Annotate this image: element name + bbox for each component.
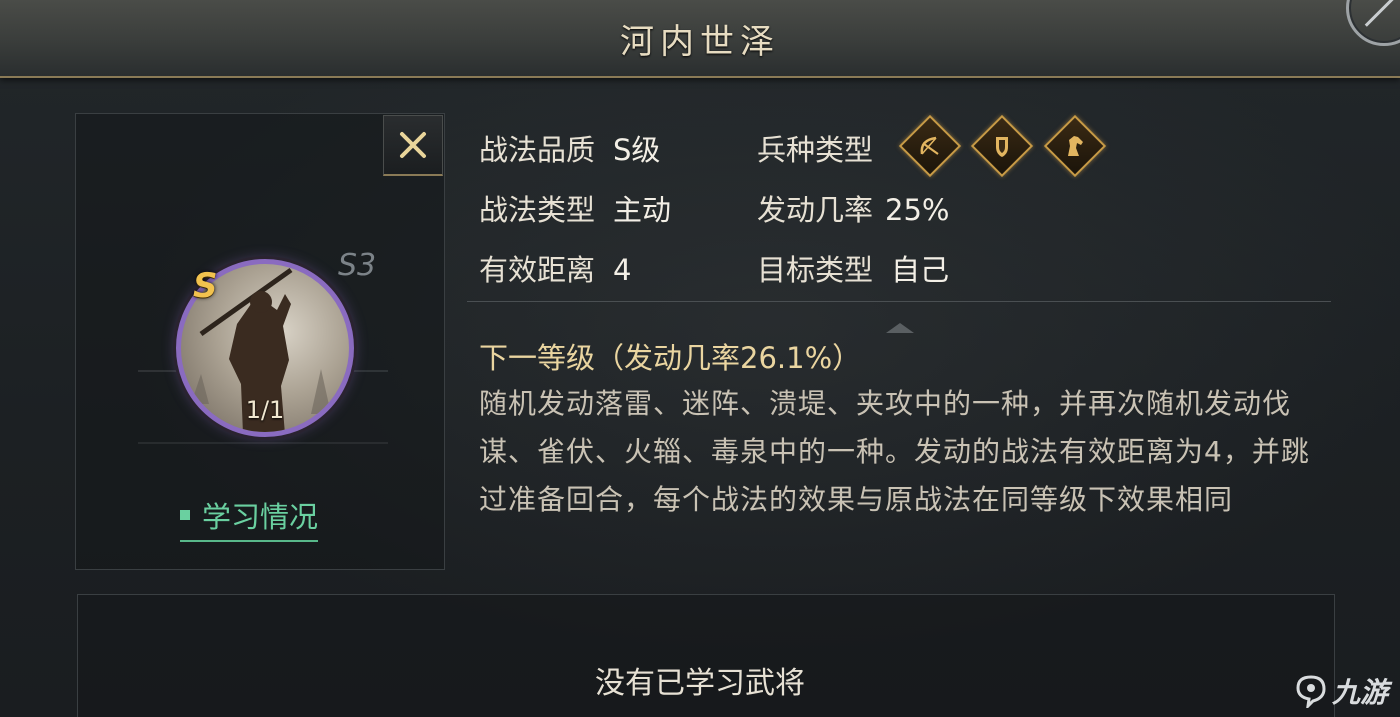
learn-status-label: 学习情况 [202, 500, 319, 534]
caret-up-icon [886, 323, 914, 333]
quality-label: 战法品质 [479, 133, 596, 167]
type-value: 主动 [613, 193, 672, 227]
learned-count: 1/1 [245, 396, 285, 424]
range-value: 4 [613, 253, 632, 287]
troop-label: 兵种类型 [757, 133, 874, 167]
range-label: 有效距离 [479, 253, 596, 287]
close-button[interactable] [383, 115, 443, 176]
title-bar: 河内世泽 [0, 0, 1400, 78]
quality-row: 战法品质 S级 [479, 127, 660, 169]
target-row: 目标类型 自己 [757, 247, 949, 289]
quality-badge: S [193, 266, 218, 306]
rate-row: 发动几率 25% [757, 187, 949, 229]
no-learned-generals-text: 没有已学习武将 [595, 666, 805, 701]
range-row: 有效距离 4 [479, 247, 631, 289]
target-value: 自己 [891, 253, 950, 287]
next-level-info: 下一等级（发动几率26.1%） [479, 341, 862, 375]
section-divider [467, 301, 1331, 302]
skill-description: 随机发动落雷、迷阵、溃堤、夹攻中的一种，并再次随机发动伐谋、雀伏、火辎、毒泉中的… [479, 387, 1310, 516]
bow-icon[interactable] [898, 114, 962, 178]
troop-row: 兵种类型 [757, 127, 873, 169]
skill-detail-screen: 河内世泽 S3 1/1 S 学习情况 战法品质 S级 兵种类型 战法类型 主动 … [0, 0, 1400, 717]
type-row: 战法类型 主动 [479, 187, 671, 229]
rate-value: 25% [885, 193, 950, 227]
shield-icon[interactable] [970, 114, 1034, 178]
skill-title: 河内世泽 [620, 22, 780, 62]
horse-icon[interactable] [1043, 114, 1107, 178]
watermark-text: 九游 [1331, 676, 1388, 709]
jiuyou-logo-icon [1296, 675, 1326, 708]
target-label: 目标类型 [757, 253, 874, 287]
site-watermark: 九游 [1294, 671, 1388, 711]
bullet-icon [180, 510, 190, 520]
close-icon [400, 132, 426, 158]
learn-status-link[interactable]: 学习情况 [180, 494, 319, 542]
type-label: 战法类型 [479, 193, 596, 227]
quality-value: S级 [613, 133, 661, 167]
rate-label: 发动几率 [757, 193, 874, 227]
